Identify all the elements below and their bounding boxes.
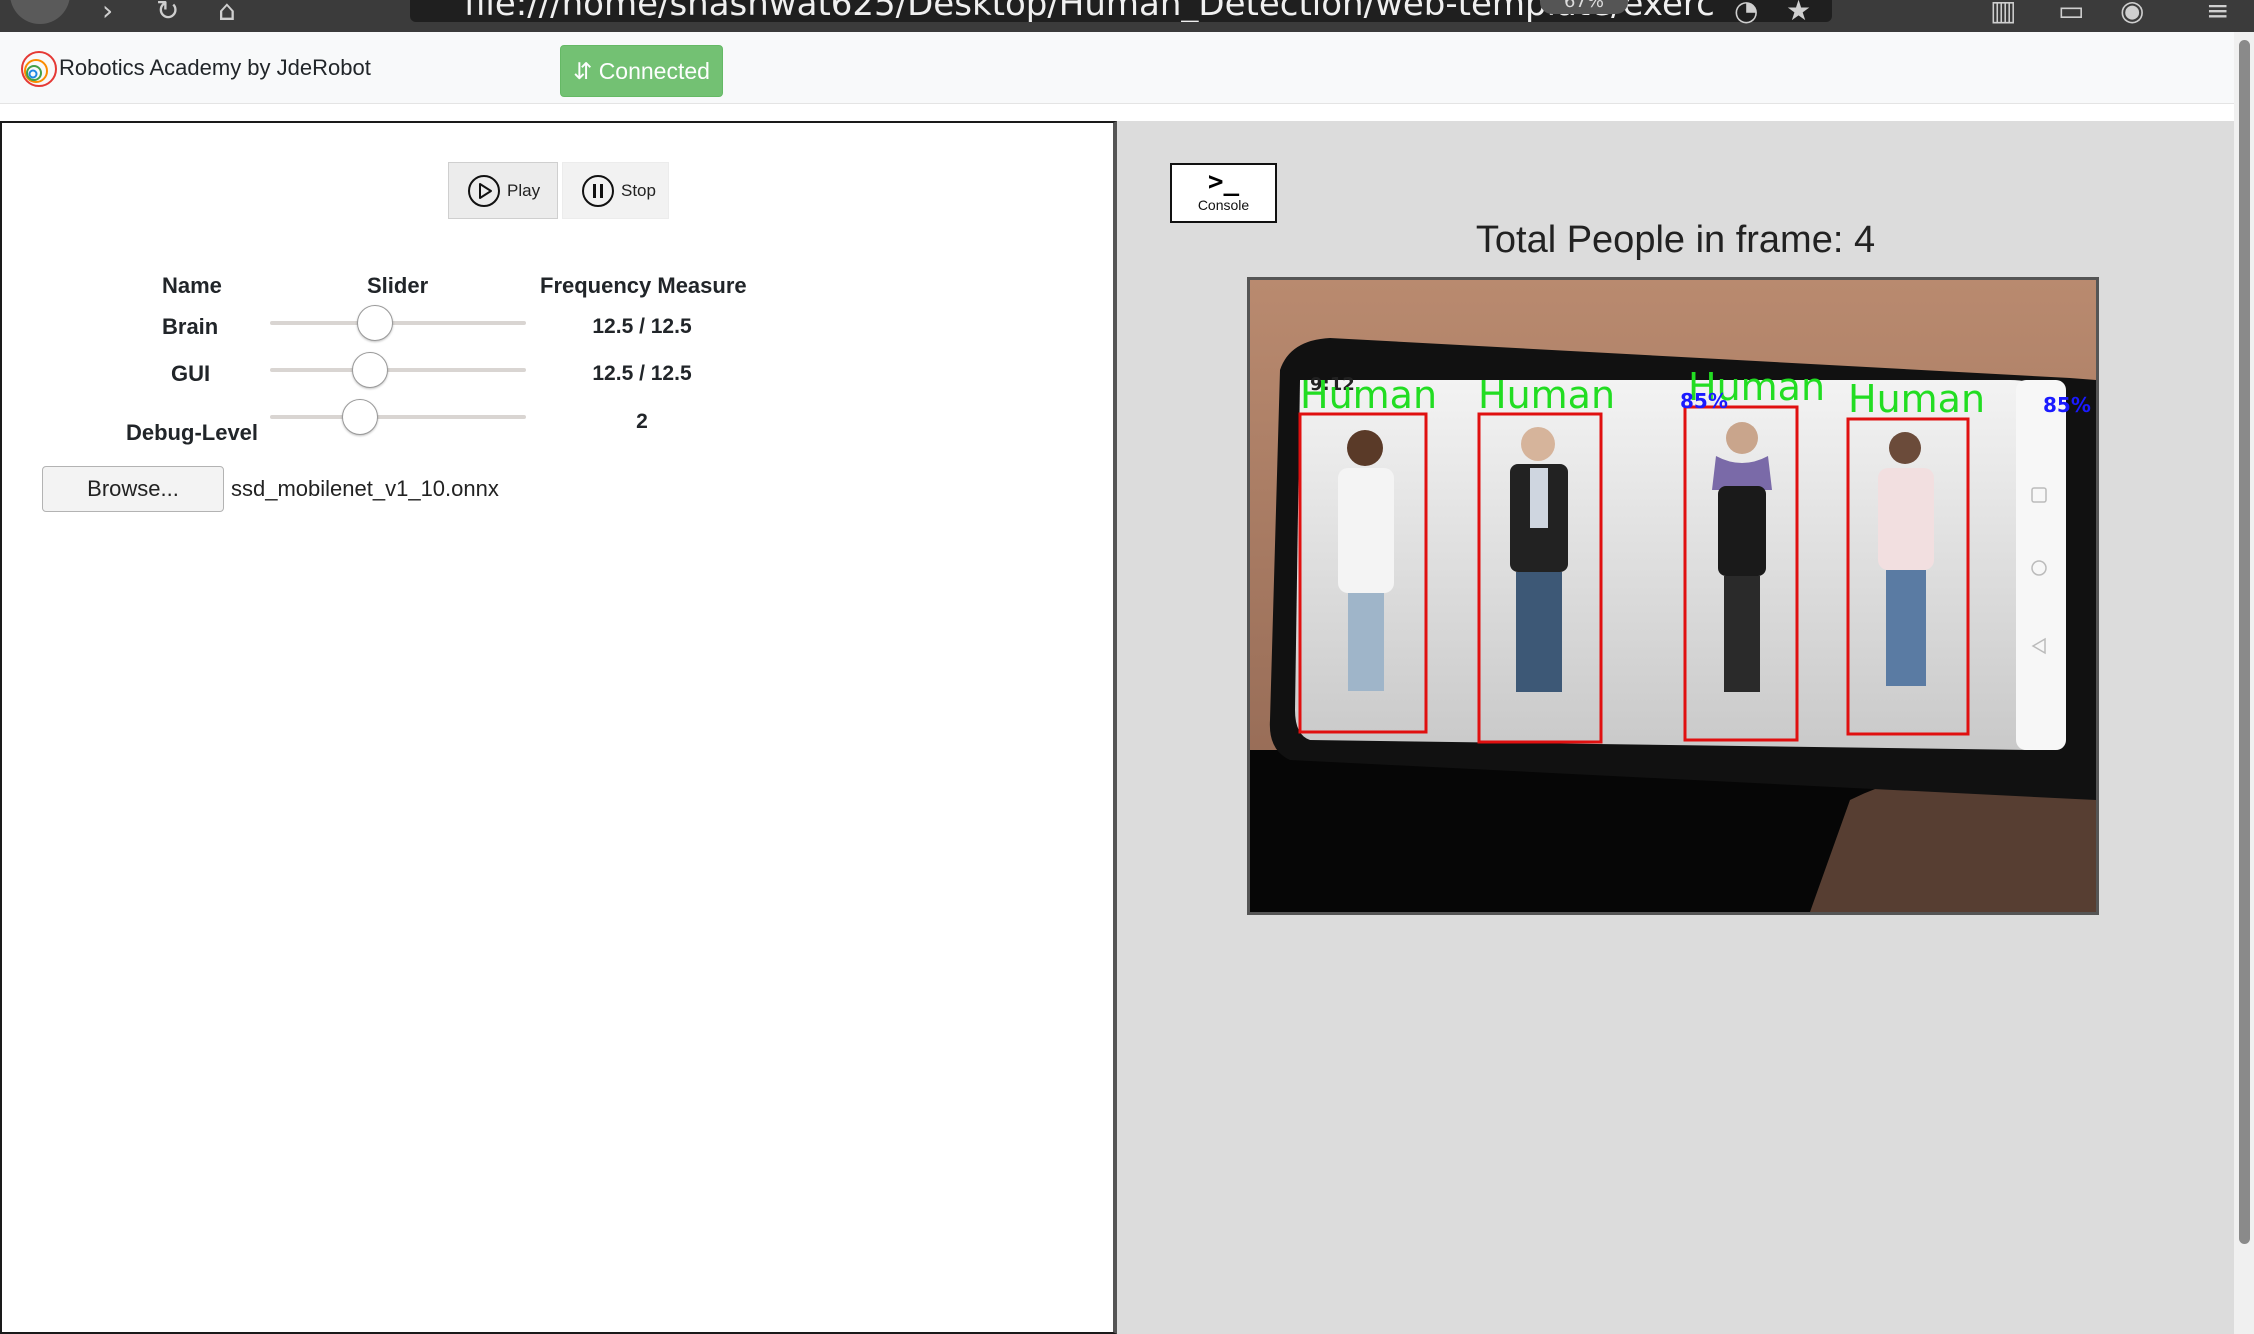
debug-level-slider-thumb[interactable] [341, 399, 378, 435]
row-name-debug-level: Debug-Level [126, 420, 259, 445]
url-bar[interactable]: file:///home/shashwat625/Desktop/Human_D… [410, 0, 1832, 22]
row-name-brain: Brain [162, 314, 219, 339]
detection-image: 9:12 Human Human Human Human 85% 85% [1250, 280, 2096, 912]
play-icon [468, 174, 500, 207]
zoom-level-badge[interactable]: 67% [1540, 0, 1628, 14]
control-panel: Play Stop Name Slider Frequency Measure … [0, 121, 1117, 1334]
library-icon[interactable]: ▥ [1990, 0, 2016, 27]
terminal-icon: >_ [1207, 167, 1240, 197]
forward-icon[interactable]: › [102, 0, 113, 27]
detection-video-frame: 9:12 Human Human Human Human 85% 85% [1247, 277, 2099, 915]
column-header-frequency: Frequency Measure [540, 273, 747, 298]
reload-icon[interactable]: ↻ [156, 0, 179, 27]
pocket-icon[interactable]: ◔ [1734, 0, 1758, 27]
page-root: › ↻ ⌂ file:///home/shashwat625/Desktop/H… [0, 0, 2254, 1334]
column-header-name: Name [162, 273, 222, 298]
column-header-slider: Slider [367, 273, 429, 298]
gui-frequency-value: 12.5 / 12.5 [592, 362, 692, 385]
detection-label: Human [1300, 373, 1437, 417]
app-header: Robotics Academy by JdeRobot ⇵ Connected [0, 32, 2236, 104]
brain-frequency-slider[interactable] [270, 321, 526, 325]
gui-slider-thumb[interactable] [351, 352, 388, 388]
url-text: file:///home/shashwat625/Desktop/Human_D… [464, 0, 1715, 22]
brand-title[interactable]: Robotics Academy by JdeRobot [59, 55, 371, 81]
detection-label: Human [1848, 377, 1985, 421]
person-figure [1510, 427, 1568, 692]
brain-slider-thumb[interactable] [356, 305, 393, 341]
home-icon[interactable]: ⌂ [218, 0, 236, 27]
pause-icon [582, 174, 614, 207]
connection-status-button[interactable]: ⇵ Connected [560, 45, 723, 97]
play-button[interactable]: Play [448, 162, 558, 219]
row-name-gui: GUI [171, 361, 211, 386]
menu-icon[interactable]: ≡ [2206, 0, 2229, 27]
playback-controls: Play Stop [448, 162, 669, 219]
detection-score: 85% [1680, 389, 1728, 413]
back-button[interactable] [10, 0, 70, 24]
browse-model-button[interactable]: Browse... [42, 466, 224, 512]
detection-score: 85% [2043, 393, 2091, 417]
sidebar-icon[interactable]: ▭ [2058, 0, 2084, 27]
bookmark-star-icon[interactable]: ★ [1786, 0, 1811, 27]
model-file-name: ssd_mobilenet_v1_10.onnx [231, 476, 499, 501]
debug-level-slider[interactable] [270, 415, 526, 419]
debug-level-value: 2 [636, 410, 648, 433]
people-count-heading: Total People in frame: 4 [1475, 219, 1876, 261]
viewer-panel: >_ Console Total People in frame: 4 9:12… [1117, 121, 2234, 1334]
browser-toolbar: › ↻ ⌂ file:///home/shashwat625/Desktop/H… [0, 0, 2254, 32]
console-label: Console [1197, 197, 1250, 213]
account-icon[interactable]: ◉ [2120, 0, 2144, 27]
detection-label: Human [1478, 373, 1615, 417]
stop-button[interactable]: Stop [562, 162, 669, 219]
jderobot-logo-icon [21, 51, 57, 87]
stop-label: Stop [621, 180, 656, 200]
play-label: Play [507, 180, 541, 200]
person-figure [1878, 432, 1934, 686]
gui-frequency-slider[interactable] [270, 368, 526, 372]
page-scrollbar-thumb[interactable] [2239, 40, 2250, 1244]
brain-frequency-value: 12.5 / 12.5 [592, 315, 692, 338]
console-button[interactable]: >_ Console [1170, 163, 1277, 223]
